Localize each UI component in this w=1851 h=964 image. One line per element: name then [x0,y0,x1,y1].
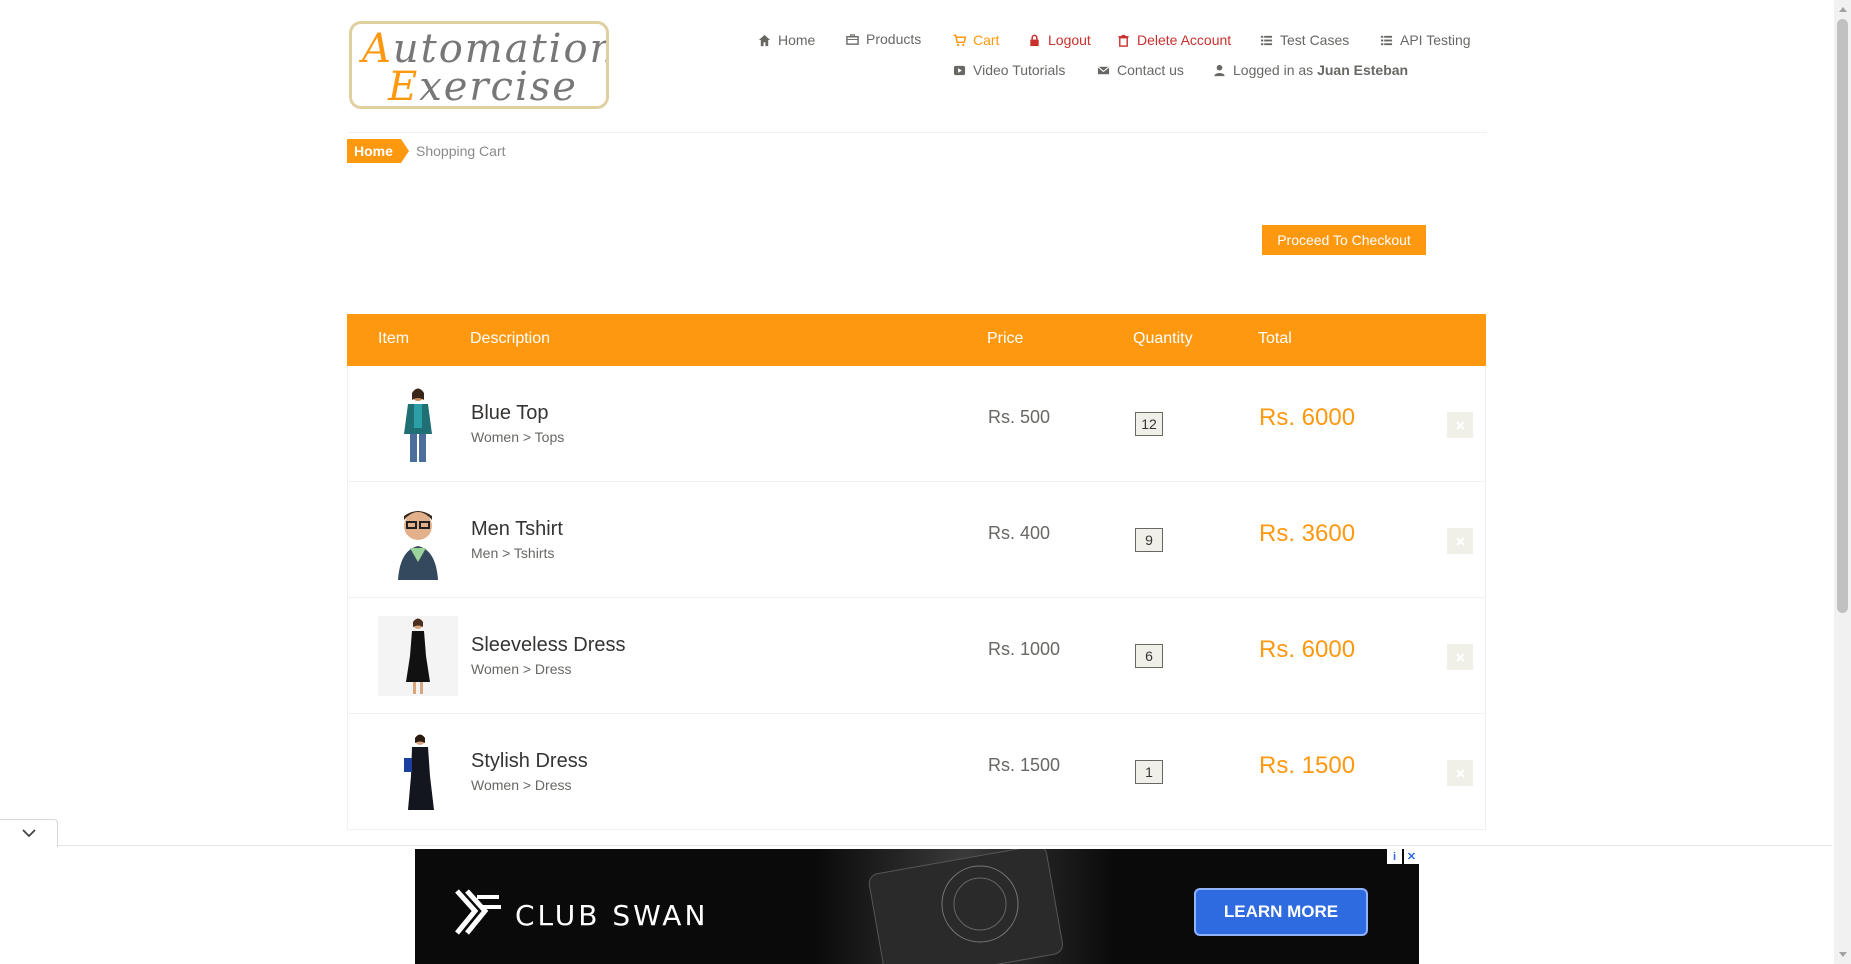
nav-contact-us[interactable]: Contact us [1096,62,1184,78]
header-price: Price [987,330,1024,347]
product-category: Men > Tshirts [471,545,555,561]
nav-video-tutorials[interactable]: Video Tutorials [952,62,1065,78]
ad-brand-name: CLUB SWAN [515,899,709,932]
close-icon [1455,536,1465,546]
ad-learn-more-button[interactable]: LEARN MORE [1194,888,1368,936]
club-swan-logo-icon [455,889,501,935]
nav-delete-account-label: Delete Account [1137,32,1232,48]
product-price: Rs. 400 [988,523,1051,543]
site-logo[interactable]: Automation Exercise [349,21,609,109]
product-category: Women > Dress [471,777,572,793]
list-icon [1379,33,1393,47]
product-category: Women > Dress [471,661,572,677]
product-quantity: 1 [1135,760,1163,784]
table-row: Stylish Dress Women > Dress Rs. 1500 1 R… [348,714,1485,830]
header-description: Description [470,330,551,347]
ad-banner[interactable]: CLUB SWAN LEARN MORE i ✕ [415,849,1419,964]
product-name[interactable]: Blue Top [471,402,548,425]
trash-icon [1116,33,1130,47]
logo-line-2: Exercise [388,64,578,109]
product-image[interactable] [378,500,458,580]
header-item: Item [378,330,410,347]
nav-home-label: Home [778,32,816,48]
remove-item-button[interactable] [1447,412,1473,438]
nav-logout[interactable]: Logout [1027,32,1091,48]
nav-products[interactable]: Products [845,31,921,47]
product-name[interactable]: Sleeveless Dress [471,634,626,657]
cart-table-body: Blue Top Women > Tops Rs. 500 12 Rs. 600… [347,366,1486,830]
product-quantity: 9 [1135,528,1163,552]
cart-table-header: Item Description Price Quantity Total [347,314,1486,366]
breadcrumb-home[interactable]: Home [347,139,409,163]
nav-test-cases-label: Test Cases [1280,32,1350,48]
ad-card-graphic [815,849,1115,964]
briefcase-icon [845,32,859,46]
nav-api-testing[interactable]: API Testing [1379,32,1471,48]
product-name[interactable]: Stylish Dress [471,750,588,773]
header-total: Total [1258,330,1292,347]
nav-home[interactable]: Home [757,32,815,48]
table-row: Sleeveless Dress Women > Dress Rs. 1000 … [348,598,1485,714]
cart-icon [952,33,966,47]
product-category: Women > Tops [471,429,565,445]
product-quantity: 12 [1135,412,1163,436]
product-quantity: 6 [1135,644,1163,668]
remove-item-button[interactable] [1447,528,1473,554]
user-icon [1212,63,1226,77]
nav-cart-label: Cart [973,32,1000,48]
logged-in-text: Logged in as Juan Esteban [1233,62,1409,78]
product-price: Rs. 500 [988,407,1051,427]
nav-api-testing-label: API Testing [1400,32,1471,48]
product-total: Rs. 6000 [1259,404,1356,431]
close-icon [1455,768,1465,778]
collapse-ad-button[interactable] [0,819,58,847]
product-total: Rs. 6000 [1259,636,1356,663]
product-price: Rs. 1500 [988,755,1061,775]
nav-delete-account[interactable]: Delete Account [1116,32,1231,48]
nav-logout-label: Logout [1048,32,1091,48]
list-icon [1259,33,1273,47]
home-icon [757,33,771,47]
product-name[interactable]: Men Tshirt [471,518,563,541]
scrollbar-thumb[interactable] [1837,19,1848,613]
chevron-down-icon [21,829,36,838]
envelope-icon [1096,63,1110,77]
nav-cart[interactable]: Cart [952,32,999,48]
header-quantity: Quantity [1133,330,1193,347]
breadcrumb-current: Shopping Cart [416,143,506,159]
close-icon [1455,652,1465,662]
ad-close-icon[interactable]: ✕ [1404,849,1419,864]
product-total: Rs. 3600 [1259,520,1356,547]
scroll-up-icon[interactable] [1837,4,1848,15]
nav-products-label: Products [866,31,922,47]
nav-video-tutorials-label: Video Tutorials [973,62,1066,78]
product-price: Rs. 1000 [988,639,1061,659]
close-icon [1455,420,1465,430]
logged-in-username: Juan Esteban [1317,62,1409,78]
cart-table: Item Description Price Quantity Total Bl… [347,314,1486,830]
ad-controls: i ✕ [1387,849,1419,864]
proceed-to-checkout-button[interactable]: Proceed To Checkout [1262,225,1426,255]
video-icon [952,63,966,77]
header-divider [349,132,1487,133]
table-row: Men Tshirt Men > Tshirts Rs. 400 9 Rs. 3… [348,482,1485,598]
nav-test-cases[interactable]: Test Cases [1259,32,1349,48]
product-image[interactable] [378,732,458,812]
remove-item-button[interactable] [1447,644,1473,670]
nav-contact-us-label: Contact us [1117,62,1184,78]
lock-icon [1027,33,1041,47]
product-image[interactable] [378,384,458,464]
product-image[interactable] [378,616,458,696]
nav-logged-in: Logged in as Juan Esteban [1212,62,1408,78]
ad-info-icon[interactable]: i [1387,849,1402,864]
product-total: Rs. 1500 [1259,752,1356,779]
remove-item-button[interactable] [1447,760,1473,786]
scroll-down-icon[interactable] [1837,949,1848,960]
table-row: Blue Top Women > Tops Rs. 500 12 Rs. 600… [348,366,1485,482]
